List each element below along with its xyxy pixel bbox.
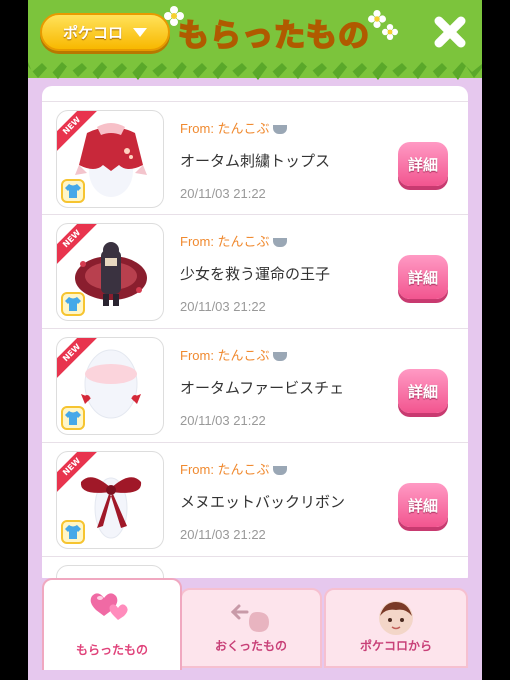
gift-inbox-screen: ポケコロ もらったもの NEW From: たんこぶ オータム刺繍トップス 20… (28, 0, 482, 680)
item-name: オータム刺繍トップス (180, 152, 331, 170)
sender-name: From: たんこぶ (180, 234, 270, 249)
tab-label: おくったもの (214, 639, 287, 653)
sender-line: From: たんこぶ (180, 345, 287, 364)
tab-received[interactable]: もらったもの (42, 578, 182, 670)
sender-name: From: たんこぶ (180, 121, 270, 136)
close-icon[interactable] (432, 14, 468, 50)
sender-line: From: たんこぶ (180, 118, 287, 137)
tab-label: ポケコロから (359, 639, 432, 653)
detail-button[interactable]: 詳細 (398, 369, 448, 413)
shirt-icon (61, 520, 85, 544)
list-item[interactable]: NEW From: たんこぶ オータムファービスチェ 20/11/03 21:2… (42, 329, 468, 443)
avatar-icon (379, 601, 413, 635)
bathtub-icon (272, 125, 287, 134)
sender-line: From: たんこぶ (180, 459, 287, 478)
send-back-icon (230, 604, 269, 632)
item-name: 少女を救う運命の王子 (180, 265, 331, 283)
item-name: オータムファービスチェ (180, 379, 345, 397)
detail-button[interactable]: 詳細 (398, 255, 448, 299)
tab-label: もらったもの (75, 643, 148, 657)
item-thumbnail: NEW (56, 451, 164, 549)
item-thumbnail: NEW (56, 223, 164, 321)
sender-name: From: たんこぶ (180, 462, 270, 477)
list-item[interactable]: NEW From: たんこぶ 少女を救う運命の王子 20/11/03 21:22… (42, 215, 468, 329)
flower-icon (382, 24, 398, 40)
list-item[interactable]: NEW From: たんこぶ オータム刺繍トップス 20/11/03 21:22… (42, 101, 468, 215)
sender-filter-dropdown[interactable]: ポケコロ (40, 13, 170, 51)
header-bar: ポケコロ もらったもの (28, 0, 482, 80)
sender-name: From: たんこぶ (180, 348, 270, 363)
item-name: メヌエットバックリボン (180, 493, 346, 511)
tab-sent[interactable]: おくったもの (180, 588, 322, 668)
tab-from-pokecolo[interactable]: ポケコロから (324, 588, 468, 668)
chevron-down-icon (133, 27, 147, 37)
item-date: 20/11/03 21:22 (180, 186, 266, 201)
sender-line: From: たんこぶ (180, 231, 287, 250)
item-date: 20/11/03 21:22 (180, 413, 266, 428)
shirt-icon (61, 179, 85, 203)
dropdown-label: ポケコロ (62, 23, 123, 42)
detail-button[interactable]: 詳細 (398, 142, 448, 186)
heart-gems-icon (90, 593, 128, 620)
shirt-icon (61, 292, 85, 316)
detail-button[interactable]: 詳細 (398, 483, 448, 527)
tab-bar: おくったもの ポケコロから もらったもの (28, 578, 482, 680)
bathtub-icon (272, 238, 287, 247)
shirt-icon (61, 406, 85, 430)
list-item[interactable]: NEW From: たんこぶ メヌエットバックリボン 20/11/03 21:2… (42, 443, 468, 557)
grass-border (28, 58, 482, 80)
item-thumbnail: NEW (56, 110, 164, 208)
gift-list[interactable]: NEW From: たんこぶ オータム刺繍トップス 20/11/03 21:22… (42, 86, 468, 586)
item-thumbnail: NEW (56, 337, 164, 435)
page-title: もらったもの (177, 17, 370, 55)
bathtub-icon (272, 352, 287, 361)
item-date: 20/11/03 21:22 (180, 527, 266, 542)
bathtub-icon (272, 466, 287, 475)
item-date: 20/11/03 21:22 (180, 299, 266, 314)
